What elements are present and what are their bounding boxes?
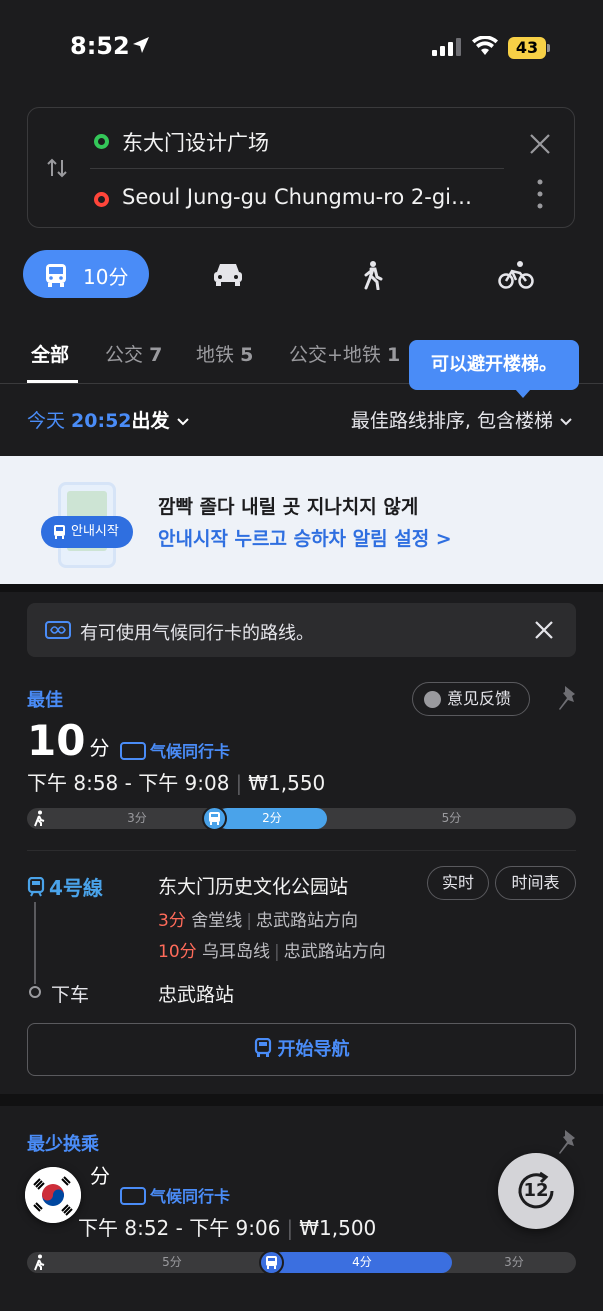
tooltip-pointer <box>515 389 531 398</box>
divider <box>90 168 504 169</box>
alight-label: 下车 <box>51 984 90 1006</box>
subway-segment: 2分 <box>217 808 327 829</box>
walk-segment: 5分 <box>441 811 462 825</box>
active-tab-indicator <box>27 380 78 383</box>
refresh-timer-button[interactable]: 12 <box>498 1153 574 1229</box>
route-duration: 10 分 <box>27 716 110 765</box>
pin-icon[interactable] <box>556 1128 580 1156</box>
route-connector <box>34 902 36 984</box>
least-transfer-label: 最少换乘 <box>27 1134 99 1155</box>
origin-field[interactable]: 东大门设计广场 <box>122 127 269 157</box>
tab-subway[interactable]: 地铁 5 <box>196 340 253 367</box>
tab-all[interactable]: 全部 <box>31 340 69 367</box>
chevron-down-icon <box>176 418 189 426</box>
walk-icon <box>34 1254 45 1271</box>
segment-bar: 5分 4分 3分 <box>27 1250 576 1275</box>
feedback-button[interactable]: 意见反馈 <box>412 682 530 716</box>
route-duration: 分 <box>90 1164 110 1188</box>
battery-indicator: 43 <box>508 37 546 59</box>
pin-icon[interactable] <box>556 684 580 712</box>
best-route-label: 最佳 <box>27 690 63 711</box>
sort-selector[interactable]: 最佳路线排序, 包含楼梯 <box>351 406 573 433</box>
korea-flag-button[interactable] <box>25 1167 81 1223</box>
arrival-row: 10分 乌耳岛线 | 忠武路站方向 <box>158 942 386 962</box>
walk-segment: 3分 <box>504 1255 524 1269</box>
refresh-timer-value: 12 <box>523 1180 549 1201</box>
segment-bar: 3分 2分 5分 <box>27 806 576 831</box>
alight-station: 忠武路站 <box>158 984 235 1006</box>
status-bar: 8:52 43 <box>0 0 603 96</box>
banner-link[interactable]: 안내시작 누르고 승하차 알림 설정 > <box>158 524 452 551</box>
chevron-down-icon <box>560 418 572 426</box>
departure-time: 20:52 <box>71 410 132 432</box>
boarding-station: 东大门历史文化公园站 <box>158 876 349 898</box>
subway-icon <box>27 876 45 897</box>
climate-card-notice: 有可使用气候同行卡的路线。 <box>27 603 576 657</box>
wifi-icon <box>472 36 498 55</box>
mode-transit-button[interactable]: 10分 <box>23 250 149 298</box>
bus-icon <box>54 525 65 539</box>
route-time-fare: 下午 8:52 - 下午 9:06 | ₩1,500 <box>78 1216 377 1240</box>
climate-card-icon <box>45 621 71 639</box>
travel-mode-bar: 10分 <box>0 248 603 300</box>
start-guide-pill: 안내시작 <box>41 516 133 548</box>
climate-card-tag: 气候同行卡 <box>120 1183 230 1207</box>
walk-segment: 5分 <box>162 1255 182 1269</box>
realtime-button[interactable]: 实时 <box>427 866 489 900</box>
promo-banner[interactable]: 안내시작 깜빡 졸다 내릴 곳 지나치지 않게 안내시작 누르고 승하차 알림 … <box>0 456 603 584</box>
climate-card-tag: 气候同行卡 <box>120 738 230 762</box>
departure-prefix: 今天 <box>27 410 72 432</box>
start-navigation-button[interactable]: 开始导航 <box>27 1023 576 1076</box>
section-gap <box>0 1094 603 1106</box>
alight-dot-icon <box>29 986 41 998</box>
bicycle-icon[interactable] <box>498 260 534 290</box>
close-icon[interactable] <box>528 132 552 156</box>
origin-dot-icon <box>94 134 109 149</box>
cellular-signal-icon <box>432 38 461 56</box>
route-input-box: 东大门设计广场 Seoul Jung-gu Chungmu-ro 2-gi… <box>27 107 575 228</box>
departure-suffix: 出发 <box>131 410 170 432</box>
notice-text: 有可使用气候同行卡的路线。 <box>80 623 314 644</box>
subway-icon <box>202 806 227 831</box>
destination-field[interactable]: Seoul Jung-gu Chungmu-ro 2-gi… <box>122 185 510 209</box>
arrival-row: 3分 舍堂线 | 忠武路站方向 <box>158 911 358 931</box>
bus-icon <box>254 1037 271 1057</box>
walk-icon[interactable] <box>360 260 384 290</box>
battery-cap <box>547 44 550 52</box>
tab-bus-subway[interactable]: 公交+地铁 1 <box>289 340 400 367</box>
departure-time-selector[interactable]: 今天 20:52出发 <box>27 406 190 433</box>
car-icon[interactable] <box>212 260 244 288</box>
korea-flag-icon <box>25 1167 81 1223</box>
divider <box>27 850 576 851</box>
destination-dot-icon <box>94 192 109 207</box>
banner-title: 깜빡 졸다 내릴 곳 지나치지 않게 <box>158 496 419 518</box>
route-time-fare: 下午 8:58 - 下午 9:08 | ₩1,550 <box>27 771 326 795</box>
walk-icon <box>34 810 45 827</box>
close-icon[interactable] <box>533 619 555 641</box>
sort-label: 最佳路线排序, 包含楼梯 <box>350 410 553 432</box>
clock: 8:52 <box>70 32 130 60</box>
bus-segment: 4分 <box>272 1252 452 1273</box>
smile-icon <box>424 691 441 708</box>
timetable-button[interactable]: 时间表 <box>495 866 576 900</box>
section-gap <box>0 584 603 592</box>
subway-line-label: 4号線 <box>27 872 103 901</box>
mode-transit-label: 10分 <box>83 265 129 289</box>
more-vertical-icon[interactable] <box>536 178 544 210</box>
bus-icon <box>46 264 66 287</box>
swap-direction-icon[interactable] <box>45 156 69 180</box>
walk-segment: 3分 <box>127 811 147 825</box>
location-arrow-icon <box>133 37 149 53</box>
avoid-stairs-tooltip[interactable]: 可以避开楼梯。 <box>409 340 579 390</box>
tab-bus[interactable]: 公交 7 <box>105 340 162 367</box>
bus-icon <box>259 1250 284 1275</box>
